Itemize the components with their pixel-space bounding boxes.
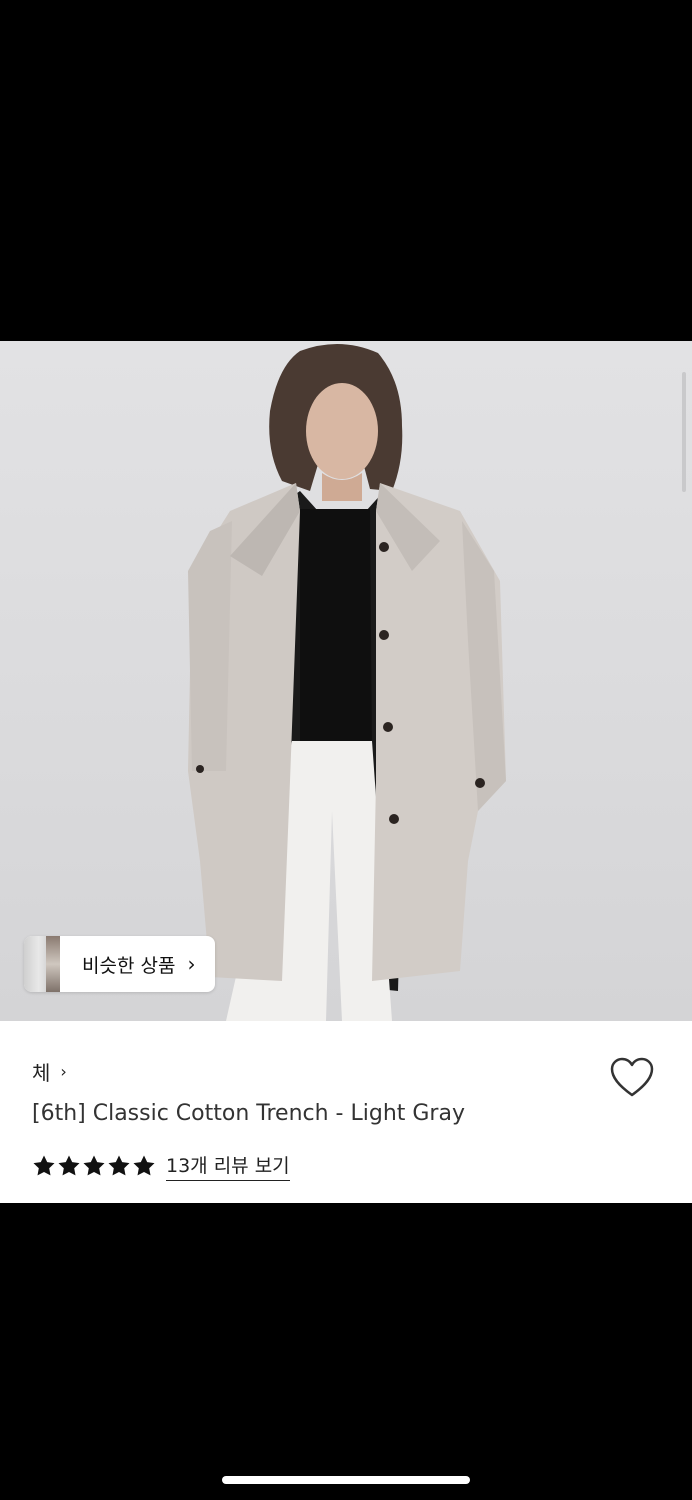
star-rating bbox=[32, 1154, 156, 1178]
chevron-right-icon: › bbox=[187, 952, 196, 976]
product-info-panel: 체 › [6th] Classic Cotton Trench - Light … bbox=[0, 1021, 692, 1203]
chevron-right-icon: › bbox=[60, 1062, 67, 1081]
star-icon bbox=[133, 1155, 155, 1176]
similar-products-button[interactable]: 비슷한 상품 › bbox=[24, 936, 216, 992]
product-title: [6th] Classic Cotton Trench - Light Gray bbox=[32, 1101, 465, 1126]
brand-name: 체 bbox=[32, 1061, 51, 1085]
star-icon bbox=[33, 1155, 55, 1176]
star-icon bbox=[83, 1155, 105, 1176]
rating-row: 13개 리뷰 보기 bbox=[32, 1151, 290, 1181]
product-image[interactable] bbox=[0, 341, 692, 1021]
top-letterbox bbox=[0, 0, 692, 341]
star-icon bbox=[58, 1155, 80, 1176]
heart-icon[interactable] bbox=[610, 1057, 654, 1099]
reviews-link[interactable]: 13개 리뷰 보기 bbox=[166, 1151, 290, 1181]
home-indicator[interactable] bbox=[222, 1476, 470, 1484]
similar-products-label: 비슷한 상품 bbox=[82, 954, 176, 977]
star-icon bbox=[108, 1155, 130, 1176]
brand-link[interactable]: 체 › bbox=[32, 1057, 67, 1086]
model-illustration bbox=[188, 343, 506, 1021]
bottom-letterbox bbox=[0, 1203, 692, 1500]
scrollbar[interactable] bbox=[682, 372, 686, 492]
similar-product-thumbnail bbox=[24, 936, 60, 992]
